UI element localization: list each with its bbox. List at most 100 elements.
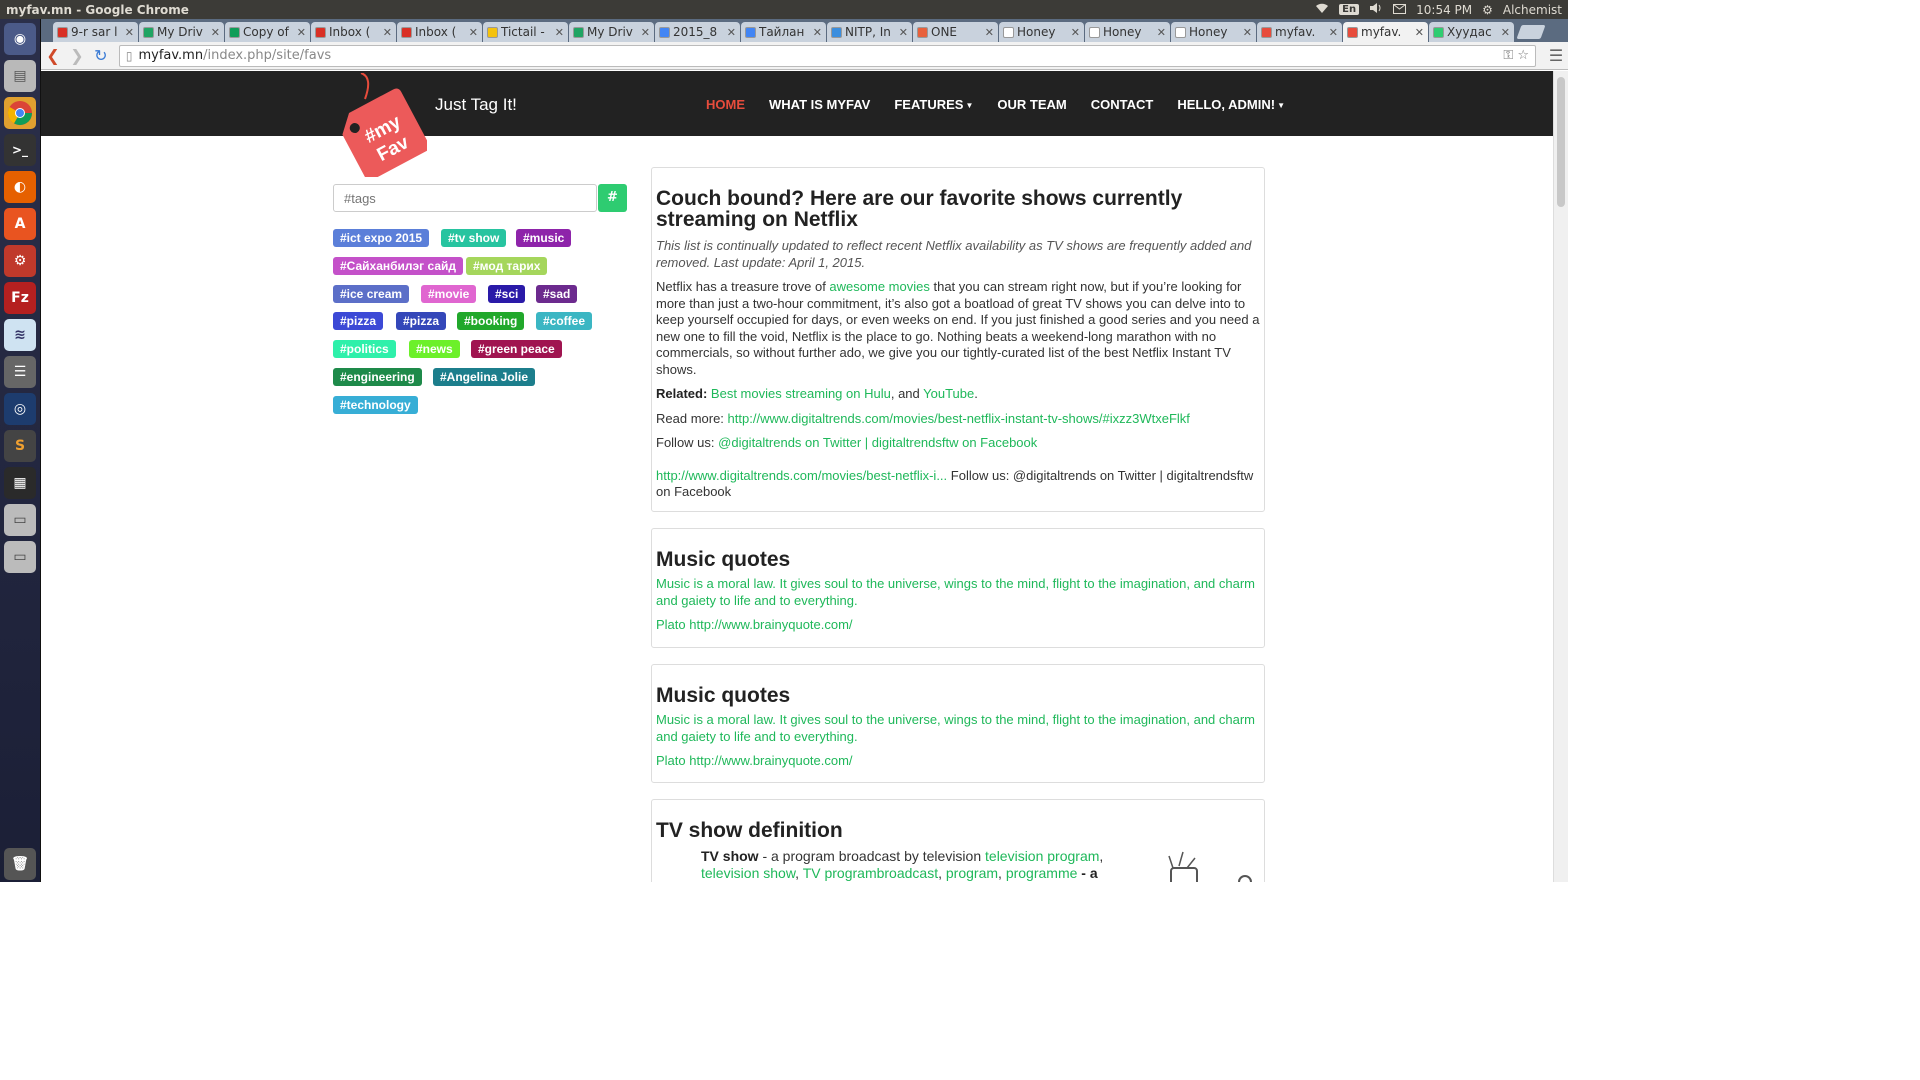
browser-tab[interactable]: Tictail - ✕ xyxy=(483,22,568,42)
tag-chip[interactable]: #sad xyxy=(536,285,578,303)
tag-chip[interactable]: #movie xyxy=(421,285,477,303)
settings-icon[interactable]: ⚙ xyxy=(4,245,36,277)
close-icon[interactable]: ✕ xyxy=(899,26,908,39)
clock[interactable]: 10:54 PM xyxy=(1416,3,1472,17)
card-title[interactable]: TV show definition xyxy=(656,820,1260,841)
card-title[interactable]: Music quotes xyxy=(656,549,1260,570)
mysql-workbench-icon[interactable]: ≋ xyxy=(4,319,36,351)
tag-chip[interactable]: #pizza xyxy=(333,312,384,330)
database-icon[interactable]: ☰ xyxy=(4,356,36,388)
envelope-icon[interactable] xyxy=(1393,3,1407,17)
source-link[interactable]: http://www.digitaltrends.com/movies/best… xyxy=(656,468,947,483)
browser-tab[interactable]: Inbox (✕ xyxy=(311,22,396,42)
menu-icon[interactable]: ☰ xyxy=(1544,46,1568,65)
close-icon[interactable]: ✕ xyxy=(1157,26,1166,39)
close-icon[interactable]: ✕ xyxy=(125,26,134,39)
page-scrollbar[interactable] xyxy=(1553,71,1568,882)
browser-tab[interactable]: Honey ✕ xyxy=(1171,22,1256,42)
def-link[interactable]: programme xyxy=(1006,865,1078,881)
firefox-icon[interactable]: ◐ xyxy=(4,171,36,203)
tag-chip[interactable]: #sci xyxy=(488,285,526,303)
reload-icon[interactable]: ↻ xyxy=(89,46,113,65)
scrollbar-thumb[interactable] xyxy=(1557,77,1565,207)
def-link[interactable]: television show xyxy=(701,865,795,881)
new-tab-button[interactable] xyxy=(1516,25,1546,39)
workspace-switcher-icon[interactable]: ▦ xyxy=(4,467,36,499)
awesome-movies-link[interactable]: awesome movies xyxy=(829,279,929,294)
close-icon[interactable]: ✕ xyxy=(1329,26,1338,39)
tag-chip[interactable]: #ict expo 2015 xyxy=(333,229,430,247)
nav-home[interactable]: HOME xyxy=(706,97,745,112)
software-center-icon[interactable]: A xyxy=(4,208,36,240)
browser-tab[interactable]: Inbox (✕ xyxy=(397,22,482,42)
browser-tab[interactable]: My Driv ✕ xyxy=(569,22,654,42)
browser-tab[interactable]: Honey ✕ xyxy=(1085,22,1170,42)
filezilla-icon[interactable]: Fz xyxy=(4,282,36,314)
browser-tab[interactable]: myfav. ✕ xyxy=(1343,22,1428,42)
browser-tab[interactable]: ONE ✕ xyxy=(913,22,998,42)
back-icon[interactable]: ❮ xyxy=(41,46,65,65)
gear-icon[interactable]: ⚙ xyxy=(1482,3,1493,17)
browser-tab[interactable]: My Driv ✕ xyxy=(139,22,224,42)
tag-search-input[interactable] xyxy=(333,184,597,212)
close-icon[interactable]: ✕ xyxy=(1071,26,1080,39)
dash-icon[interactable]: ◉ xyxy=(4,23,36,55)
card-title[interactable]: Couch bound? Here are our favorite shows… xyxy=(656,188,1260,230)
keyboard-layout-indicator[interactable]: En xyxy=(1339,4,1360,15)
browser-tab[interactable]: 2015_8 ✕ xyxy=(655,22,740,42)
star-icon[interactable]: ☆ xyxy=(1517,48,1529,63)
nav-our-team[interactable]: OUR TEAM xyxy=(997,97,1066,112)
site-logo[interactable]: #my Fav xyxy=(333,72,430,181)
read-more-link[interactable]: http://www.digitaltrends.com/movies/best… xyxy=(728,411,1190,426)
tag-chip[interactable]: #green peace xyxy=(471,340,562,358)
twitter-link[interactable]: @digitaltrends on Twitter xyxy=(718,435,861,450)
close-icon[interactable]: ✕ xyxy=(813,26,822,39)
key-icon[interactable]: ⚿ xyxy=(1503,48,1513,63)
forward-icon[interactable]: ❯ xyxy=(65,46,89,65)
browser-tab[interactable]: 9-r sar l ✕ xyxy=(53,22,138,42)
tag-chip[interactable]: #music xyxy=(516,229,572,247)
card-source[interactable]: Plato http://www.brainyquote.com/ xyxy=(656,617,1260,634)
tag-chip[interactable]: #pizza xyxy=(396,312,447,330)
tag-search-button[interactable]: # xyxy=(598,184,627,212)
tag-chip[interactable]: #tv show xyxy=(441,229,507,247)
nav-features[interactable]: FEATURES ▼ xyxy=(894,97,973,112)
tag-chip[interactable]: #ice cream xyxy=(333,285,410,303)
tag-chip[interactable]: #coffee xyxy=(536,312,593,330)
nav-user-menu[interactable]: HELLO, ADMIN! ▼ xyxy=(1177,97,1285,112)
browser-tab[interactable]: Honey ✕ xyxy=(999,22,1084,42)
tag-chip[interactable]: #мод тарих xyxy=(466,257,548,275)
close-icon[interactable]: ✕ xyxy=(297,26,306,39)
tag-chip[interactable]: #technology xyxy=(333,396,418,414)
eclipse-icon[interactable]: ◎ xyxy=(4,393,36,425)
drive-icon[interactable]: ▭ xyxy=(4,504,36,536)
youtube-link[interactable]: YouTube xyxy=(923,386,974,401)
tag-chip[interactable]: #Angelina Jolie xyxy=(433,368,536,386)
browser-tab[interactable]: Тайлан ✕ xyxy=(741,22,826,42)
address-bar[interactable]: ▯ myfav.mn/index.php/site/favs ⚿ ☆ xyxy=(118,44,1537,67)
close-icon[interactable]: ✕ xyxy=(469,26,478,39)
close-icon[interactable]: ✕ xyxy=(727,26,736,39)
browser-tab[interactable]: Хуудас ✕ xyxy=(1429,22,1514,42)
card-title[interactable]: Music quotes xyxy=(656,685,1260,706)
close-icon[interactable]: ✕ xyxy=(383,26,392,39)
card-source[interactable]: Plato http://www.brainyquote.com/ xyxy=(656,753,1260,770)
close-icon[interactable]: ✕ xyxy=(1415,26,1424,39)
def-link[interactable]: TV programbroadcast xyxy=(803,865,938,881)
nav-contact[interactable]: CONTACT xyxy=(1091,97,1154,112)
sublime-text-icon[interactable]: S xyxy=(4,430,36,462)
tag-chip[interactable]: #news xyxy=(409,340,460,358)
drive-icon[interactable]: ▭ xyxy=(4,541,36,573)
chrome-icon[interactable] xyxy=(4,97,36,129)
tag-chip[interactable]: #politics xyxy=(333,340,396,358)
close-icon[interactable]: ✕ xyxy=(641,26,650,39)
close-icon[interactable]: ✕ xyxy=(1243,26,1252,39)
hulu-link[interactable]: Best movies streaming on Hulu xyxy=(711,386,891,401)
browser-tab[interactable]: myfav. ✕ xyxy=(1257,22,1342,42)
browser-tab[interactable]: Copy of ✕ xyxy=(225,22,310,42)
close-icon[interactable]: ✕ xyxy=(211,26,220,39)
close-icon[interactable]: ✕ xyxy=(555,26,564,39)
close-icon[interactable]: ✕ xyxy=(985,26,994,39)
def-link[interactable]: television program xyxy=(985,848,1099,864)
close-icon[interactable]: ✕ xyxy=(1501,26,1510,39)
